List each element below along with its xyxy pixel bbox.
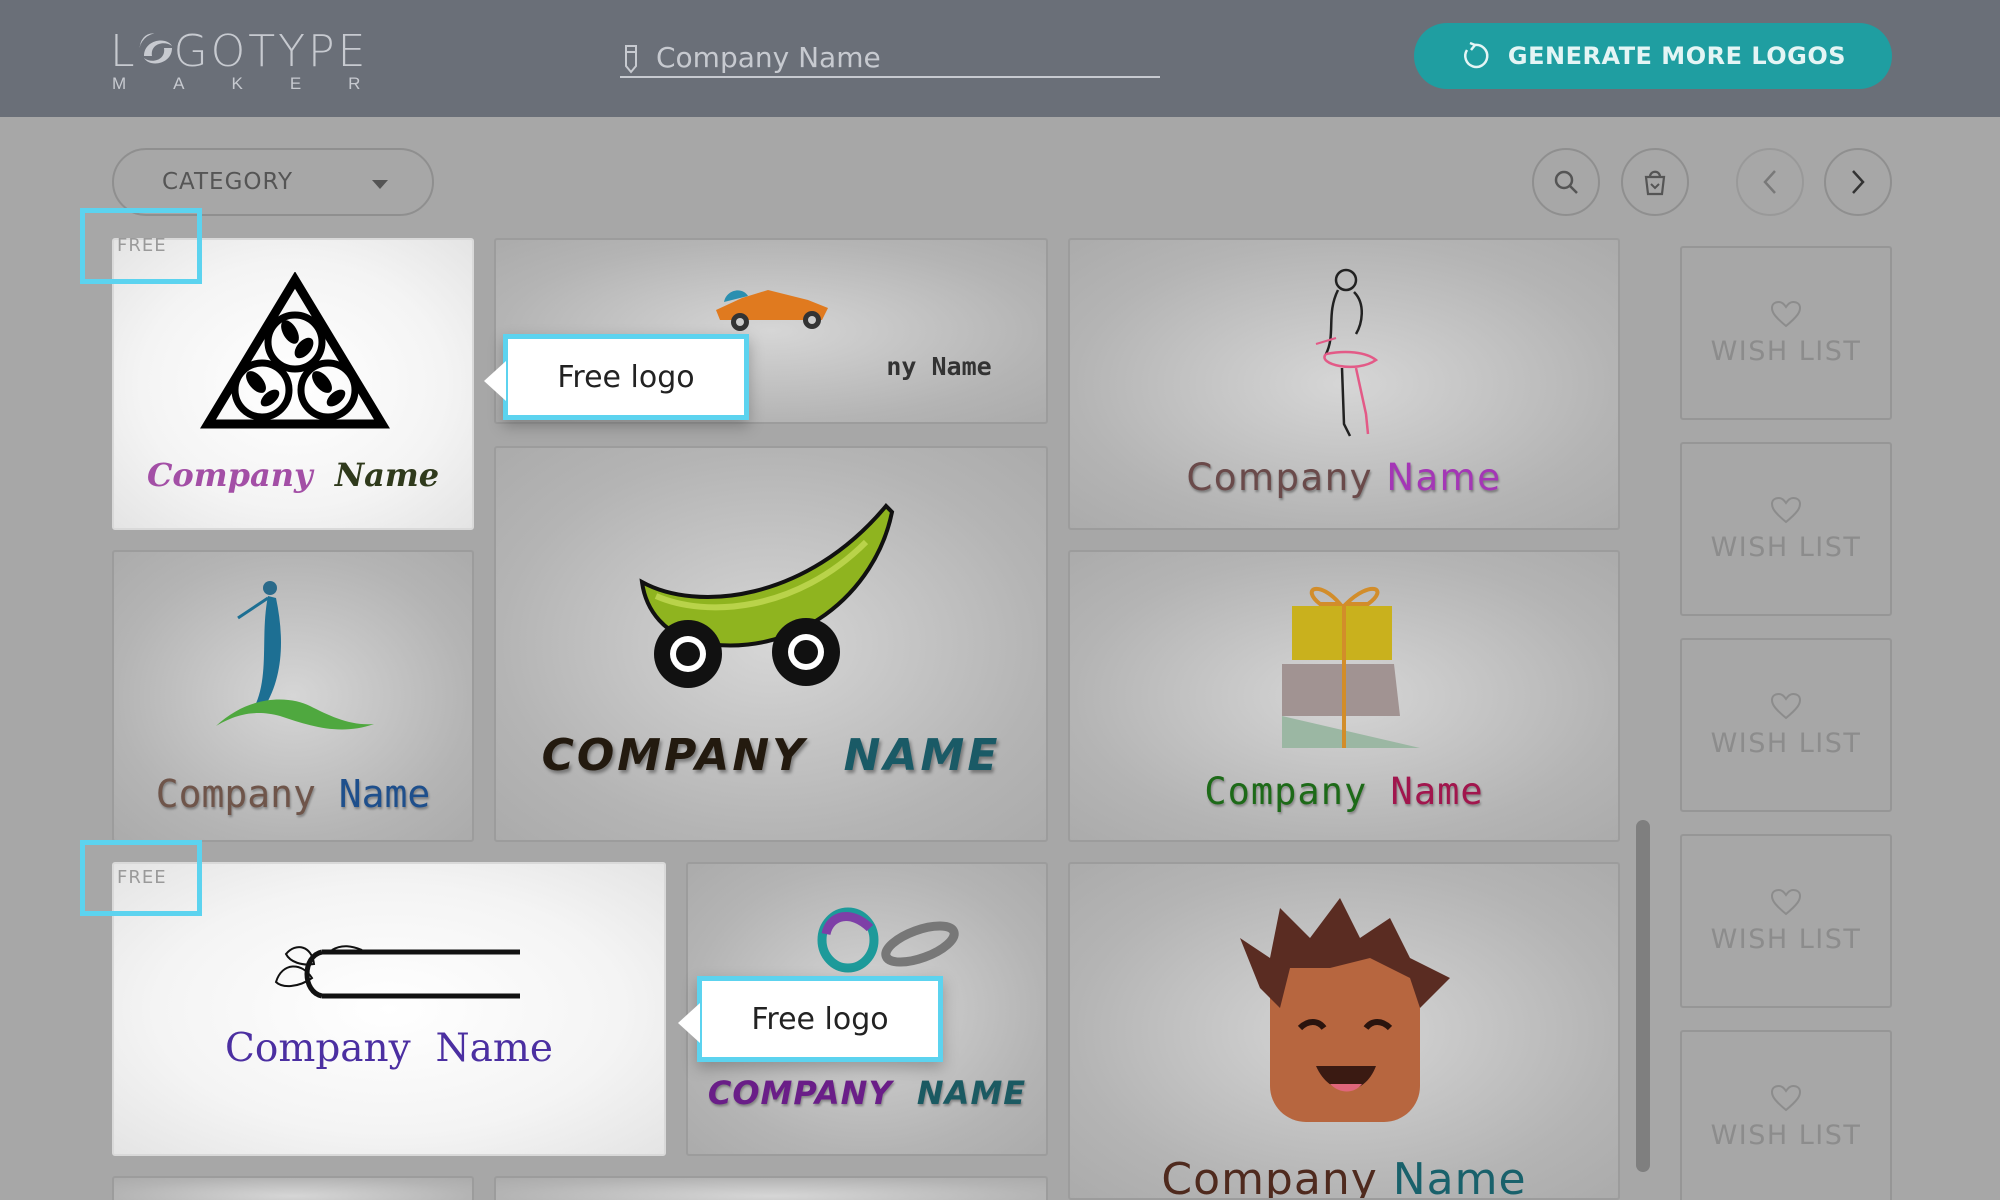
- logo-card-banana[interactable]: COMPANY NAME: [494, 446, 1048, 842]
- generate-label: GENERATE MORE LOGOS: [1507, 42, 1847, 70]
- gift-box-logo: [1282, 586, 1420, 748]
- company-name-text: Company Name: [114, 456, 472, 494]
- fashion-woman-logo: [1315, 268, 1379, 437]
- tooltip-arrow: [678, 1003, 700, 1043]
- name-right: Name: [334, 456, 440, 494]
- shopping-bag-icon: [1644, 170, 1666, 196]
- chevron-down-icon: [372, 180, 388, 189]
- wishlist-slot[interactable]: WISH LIST: [1680, 442, 1892, 616]
- banana-car-logo: [639, 503, 895, 688]
- triangle-leaves-logo: [200, 272, 390, 429]
- search-button[interactable]: [1532, 148, 1600, 216]
- rings-logo: [817, 907, 959, 973]
- company-name-text: COMPANY NAME: [496, 730, 1046, 781]
- app-logo[interactable]: LOGOTYPE MAKER: [110, 26, 380, 96]
- category-dropdown[interactable]: CATEGORY: [112, 148, 434, 216]
- wishlist-label: WISH LIST: [1710, 923, 1862, 955]
- chevron-left-icon: [1763, 170, 1776, 194]
- refresh-icon: [1463, 41, 1489, 69]
- heart-icon: [1770, 300, 1802, 327]
- race-car-logo: [716, 290, 828, 331]
- search-icon: [1554, 170, 1578, 194]
- logo-card-face[interactable]: Company Name: [1068, 862, 1620, 1200]
- wishlist-label: WISH LIST: [1710, 727, 1862, 759]
- company-name-input[interactable]: [656, 38, 1156, 76]
- name-right: Name: [1392, 1154, 1527, 1200]
- tooltip-arrow: [484, 361, 506, 401]
- heart-icon: [1770, 1084, 1802, 1111]
- logo-card-fashion[interactable]: Company Name: [1068, 238, 1620, 530]
- wishlist-label: WISH LIST: [1710, 531, 1862, 563]
- name-left: Company: [1204, 770, 1368, 813]
- golfer-logo: [216, 581, 374, 730]
- company-name-text: Company Name: [1070, 1154, 1618, 1200]
- name-right: Name: [1386, 456, 1502, 499]
- category-label: CATEGORY: [162, 169, 294, 195]
- name-left: COMPANY: [541, 730, 808, 781]
- company-name-text: Company Name: [1070, 770, 1618, 813]
- scrollbar-thumb[interactable]: [1636, 820, 1650, 1172]
- company-name-text: COMPANY NAME: [688, 1074, 1046, 1112]
- heart-icon: [1770, 496, 1802, 523]
- company-name-text: Company Name: [114, 772, 472, 816]
- free-logo-tooltip: Free logo: [678, 976, 943, 1062]
- name-left: Company: [1186, 456, 1374, 499]
- next-page-button[interactable]: [1824, 148, 1892, 216]
- leaf-line-logo: [274, 945, 520, 999]
- name-right: Name: [1390, 770, 1484, 813]
- free-logo-tooltip: Free logo: [484, 334, 749, 420]
- company-name-field[interactable]: [620, 38, 1160, 78]
- heart-icon: [1770, 692, 1802, 719]
- logo-card-golfer[interactable]: Company Name: [112, 550, 474, 842]
- wishlist-label: WISH LIST: [1710, 1119, 1862, 1151]
- name-left: Company: [1161, 1154, 1378, 1200]
- pencil-icon: [625, 45, 637, 74]
- name-left: Company: [146, 456, 313, 494]
- chevron-right-icon: [1852, 170, 1865, 194]
- free-badge: FREE: [80, 840, 202, 916]
- free-badge: FREE: [80, 208, 202, 284]
- tooltip-text: Free logo: [557, 359, 695, 395]
- wishlist-slot[interactable]: WISH LIST: [1680, 246, 1892, 420]
- name-right: NAME: [843, 730, 1001, 781]
- logo-card-partial[interactable]: [112, 1176, 474, 1200]
- cartoon-face-logo: [1240, 898, 1450, 1122]
- name-left: Company: [225, 1026, 411, 1071]
- name-right: Name: [435, 1026, 553, 1071]
- wishlist-slot[interactable]: WISH LIST: [1680, 1030, 1892, 1200]
- logo-subtitle: MAKER: [112, 74, 408, 93]
- generate-more-logos-button[interactable]: GENERATE MORE LOGOS: [1414, 23, 1892, 89]
- logo-swirl-icon: [139, 33, 177, 71]
- cart-button[interactable]: [1621, 148, 1689, 216]
- name-right: Name: [338, 772, 431, 816]
- name-right: NAME: [916, 1074, 1027, 1112]
- tooltip-text: Free logo: [751, 1001, 889, 1037]
- name-left: COMPANY: [707, 1074, 893, 1112]
- name-left: Company: [155, 772, 316, 816]
- heart-icon: [1770, 888, 1802, 915]
- logo-card-partial[interactable]: [494, 1176, 1048, 1200]
- wishlist-label: WISH LIST: [1710, 335, 1862, 367]
- company-name-text: Company Name: [1070, 456, 1618, 499]
- logo-card-gift[interactable]: Company Name: [1068, 550, 1620, 842]
- wishlist-slot[interactable]: WISH LIST: [1680, 834, 1892, 1008]
- company-name-text: Company Name: [114, 1026, 664, 1071]
- previous-page-button[interactable]: [1736, 148, 1804, 216]
- wishlist-slot[interactable]: WISH LIST: [1680, 638, 1892, 812]
